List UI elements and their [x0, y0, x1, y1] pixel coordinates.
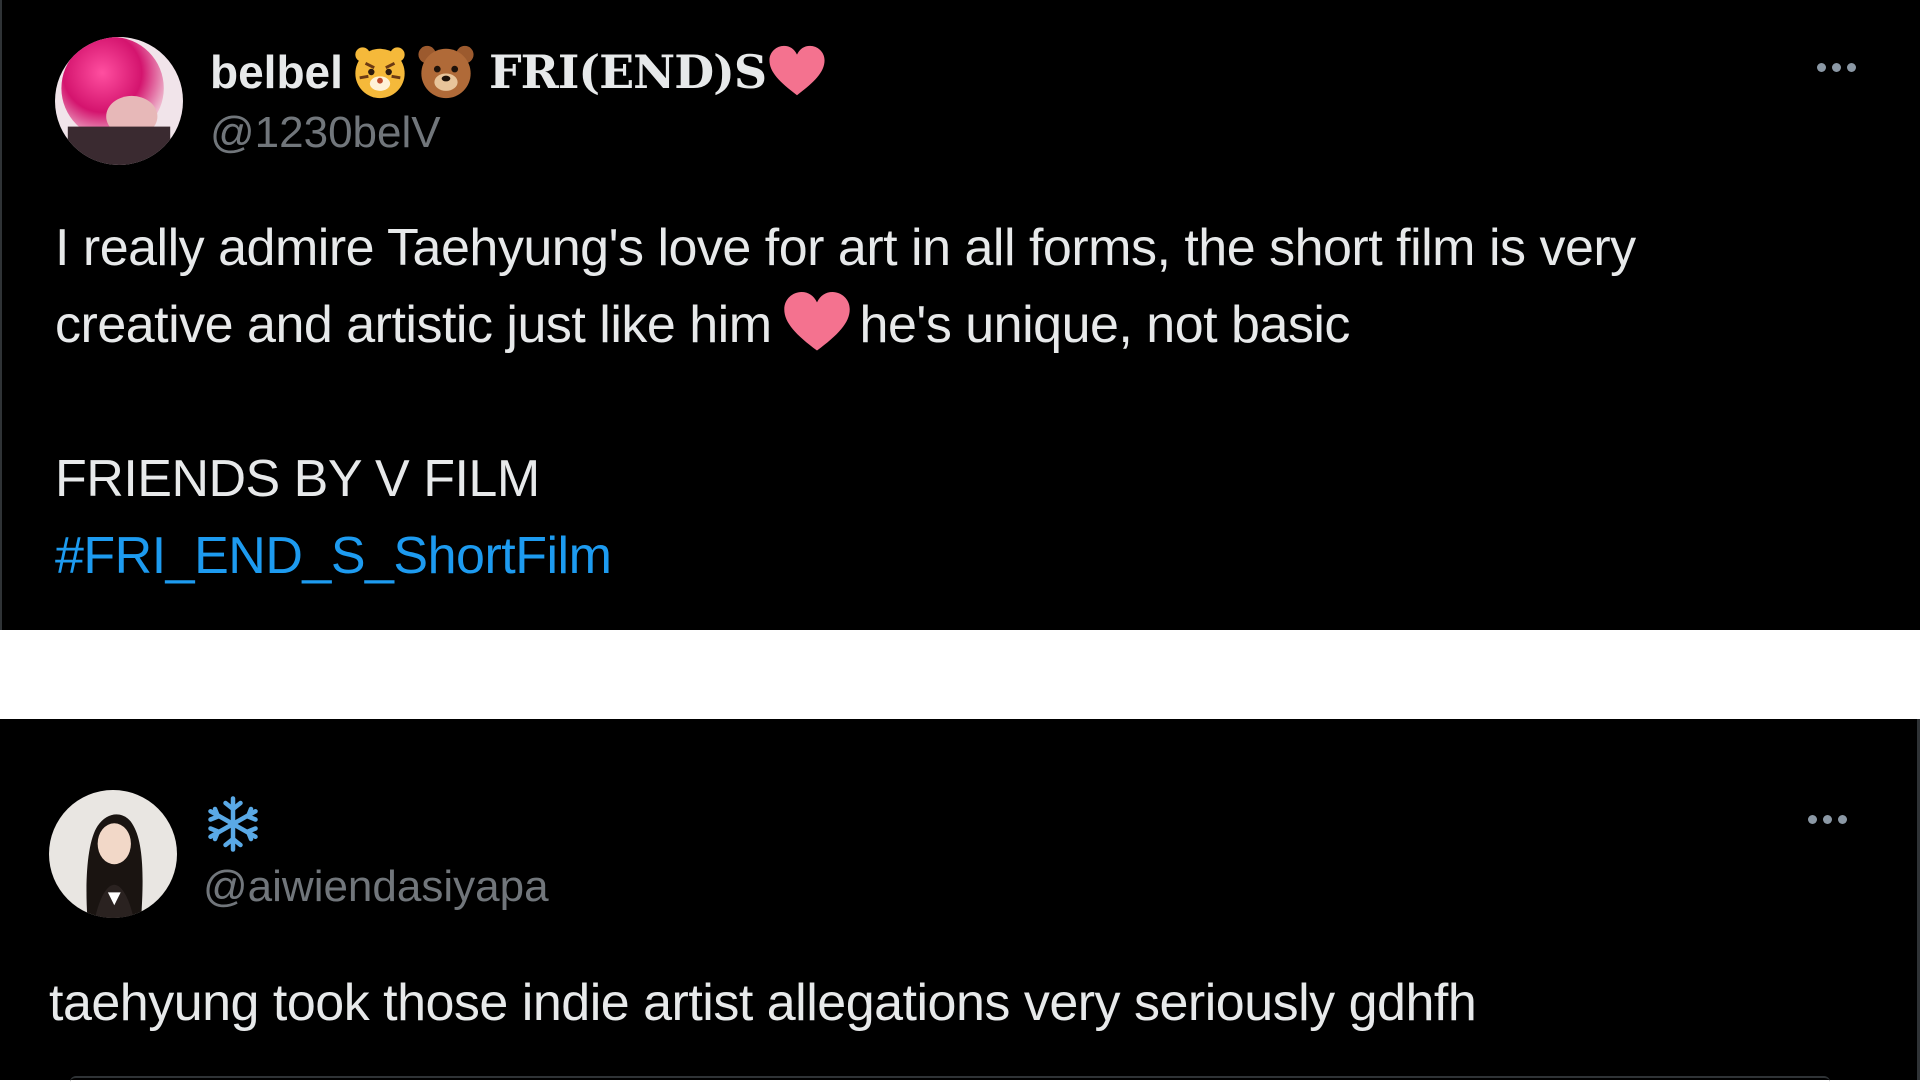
display-name-row[interactable]: belbel FRI(END)S — [210, 40, 826, 104]
tweet-text-line: FRIENDS BY V FILM — [55, 450, 540, 508]
tweet-text-segment: he's unique, not basic — [859, 296, 1351, 354]
heart-icon — [768, 45, 826, 99]
tweet-text-line: creative and artistic just like him he's … — [55, 287, 1636, 364]
tiger-face-icon — [351, 43, 409, 101]
more-options-icon[interactable] — [1808, 815, 1847, 824]
tweet-text: taehyung took those indie artist allegat… — [49, 974, 1477, 1032]
avatar[interactable] — [55, 37, 183, 165]
avatar[interactable] — [49, 790, 177, 918]
heart-icon — [782, 292, 852, 354]
tweet-text-line: I really admire Taehyung's love for art … — [55, 219, 1636, 277]
display-name-suffix: FRI(END)S — [488, 45, 767, 99]
avatar-image — [49, 790, 177, 918]
user-handle[interactable]: @1230belV — [210, 108, 441, 158]
display-name[interactable]: belbel — [210, 45, 343, 99]
tweet-text: I really admire Taehyung's love for art … — [55, 210, 1636, 595]
user-handle[interactable]: @aiwiendasiyapa — [203, 862, 549, 912]
display-name-row[interactable] — [203, 792, 263, 856]
embedded-card-border — [70, 1076, 1830, 1082]
tweet-card[interactable]: belbel FRI(END)S @1230belV I really admi… — [0, 0, 1920, 630]
bear-face-icon — [417, 43, 475, 101]
hashtag-link[interactable]: #FRI_END_S_ShortFilm — [55, 518, 1636, 595]
tweet-text-segment: creative and artistic just like him — [55, 296, 772, 354]
snowflake-icon — [203, 794, 263, 854]
avatar-image — [55, 37, 183, 165]
more-options-icon[interactable] — [1817, 63, 1856, 72]
